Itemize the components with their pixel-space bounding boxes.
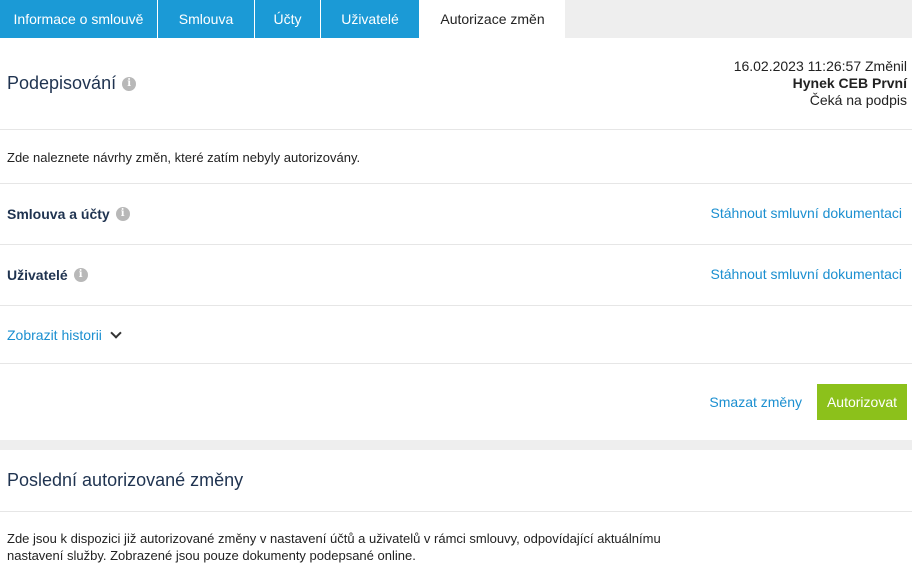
chevron-down-icon <box>110 326 122 339</box>
section-divider <box>0 440 912 450</box>
signing-title-text: Podepisování <box>7 73 117 93</box>
last-changes-text: Zde jsou k dispozici již autorizované zm… <box>7 531 661 563</box>
change-meta: 16.02.2023 11:26:57 Změnil Hynek CEB Prv… <box>734 58 907 109</box>
row-label-text: Uživatelé <box>7 267 68 283</box>
download-documentation-link[interactable]: Stáhnout smluvní dokumentaci <box>711 205 902 221</box>
intro-section: Zde naleznete návrhy změn, které zatím n… <box>0 130 912 184</box>
row-label-contract-accounts: Smlouva a účty i <box>7 206 130 222</box>
signing-title: Podepisování i <box>7 73 137 94</box>
history-section: Zobrazit historii <box>0 306 912 364</box>
delete-changes-link[interactable]: Smazat změny <box>709 394 802 410</box>
tab-users[interactable]: Uživatelé <box>321 0 420 38</box>
changed-by: Hynek CEB První <box>792 75 907 91</box>
info-icon[interactable]: i <box>73 268 88 282</box>
tab-contract[interactable]: Smlouva <box>158 0 255 38</box>
authorize-button[interactable]: Autorizovat <box>817 384 907 420</box>
tab-contract-info[interactable]: Informace o smlouvě <box>0 0 158 38</box>
status-text: Čeká na podpis <box>809 92 907 108</box>
changed-at: 16.02.2023 11:26:57 Změnil <box>733 58 907 74</box>
row-label-text: Smlouva a účty <box>7 206 110 222</box>
info-icon[interactable]: i <box>122 76 137 91</box>
show-history-label: Zobrazit historii <box>7 327 102 343</box>
tab-accounts[interactable]: Účty <box>255 0 321 38</box>
last-changes-title: Poslední autorizované změny <box>7 470 244 490</box>
download-documentation-link[interactable]: Stáhnout smluvní dokumentaci <box>711 266 902 282</box>
show-history-link[interactable]: Zobrazit historii <box>7 326 122 343</box>
last-changes-description: Zde jsou k dispozici již autorizované zm… <box>0 512 912 576</box>
row-label-users: Uživatelé i <box>7 267 88 283</box>
info-icon[interactable]: i <box>115 207 130 221</box>
last-changes-header: Poslední autorizované změny <box>0 450 912 512</box>
row-contract-accounts: Smlouva a účty i Stáhnout smluvní dokume… <box>0 184 912 245</box>
signing-header: Podepisování i 16.02.2023 11:26:57 Změni… <box>0 38 912 130</box>
row-users: Uživatelé i Stáhnout smluvní dokumentaci <box>0 245 912 306</box>
intro-text: Zde naleznete návrhy změn, které zatím n… <box>7 150 361 165</box>
tab-bar: Informace o smlouvě Smlouva Účty Uživate… <box>0 0 912 38</box>
tab-change-authorization[interactable]: Autorizace změn <box>420 0 565 38</box>
actions-bar: Smazat změny Autorizovat <box>0 364 912 440</box>
